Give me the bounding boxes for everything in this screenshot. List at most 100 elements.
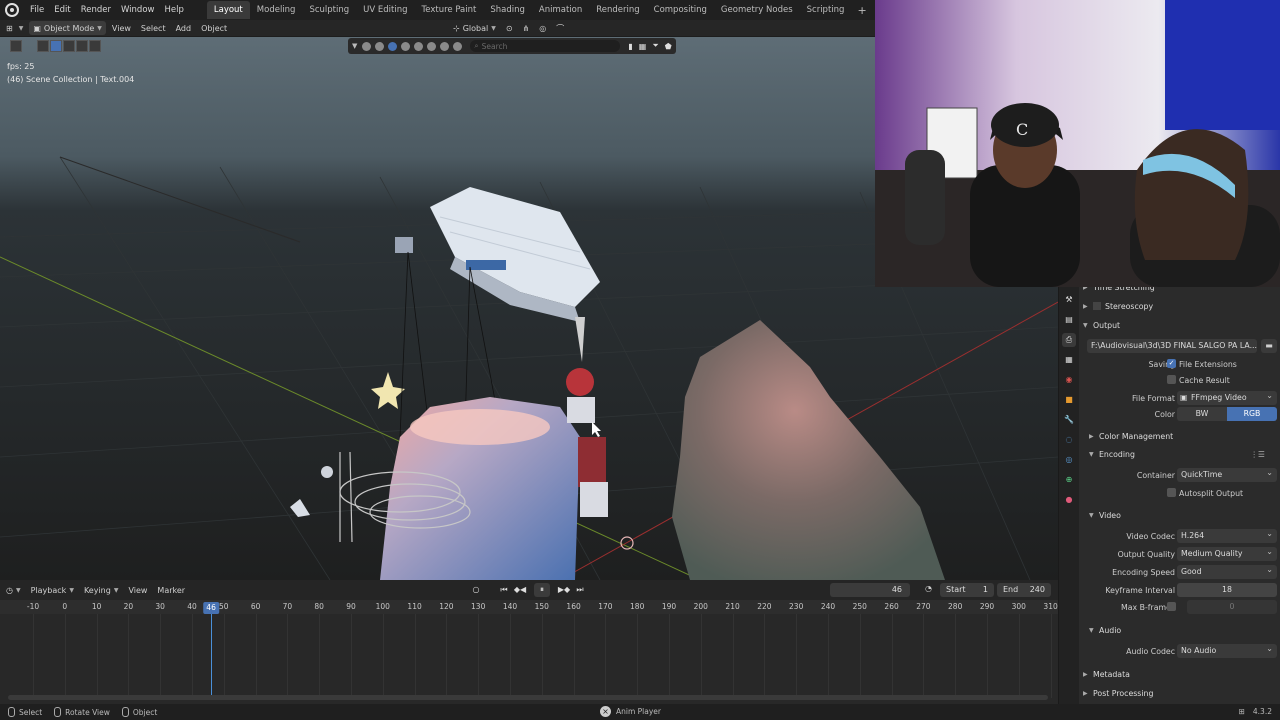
tab-geometry-nodes[interactable]: Geometry Nodes: [714, 1, 800, 19]
panel-output[interactable]: ▼ Output: [1083, 317, 1279, 333]
stereoscopy-checkbox[interactable]: [1093, 302, 1101, 310]
max-bframes-checkbox[interactable]: [1167, 602, 1176, 611]
jump-start-icon[interactable]: ⏮: [496, 583, 512, 597]
frame-ruler[interactable]: -10 0 10 20 30 40 50 60 70 80 90 100 110 120 130 140 150…: [0, 600, 1058, 614]
select-tool-icon[interactable]: [10, 40, 22, 52]
tab-uv-editing[interactable]: UV Editing: [356, 1, 414, 19]
overlay-icon[interactable]: [362, 41, 372, 51]
next-keyframe-icon[interactable]: ▶◆: [556, 583, 572, 597]
material-shading-icon[interactable]: [414, 41, 424, 51]
camera-icon[interactable]: [453, 41, 463, 51]
select-new-icon[interactable]: [50, 40, 62, 52]
rendered-shading-icon[interactable]: [427, 41, 437, 51]
panel-post-processing[interactable]: ▶ Post Processing: [1083, 685, 1279, 701]
select-intersect-icon[interactable]: [89, 40, 101, 52]
color-rgb-option[interactable]: RGB: [1227, 407, 1277, 421]
tab-texture-paint[interactable]: Texture Paint: [415, 1, 484, 19]
pause-icon[interactable]: ⏸: [534, 583, 550, 597]
cancel-job-icon[interactable]: ×: [600, 706, 611, 717]
current-frame-field[interactable]: 46: [830, 583, 910, 597]
editor-type-button[interactable]: ⊞ ▼: [2, 21, 27, 35]
snap-button[interactable]: ⋔: [519, 21, 534, 35]
stopwatch-icon[interactable]: ◔: [925, 584, 932, 593]
list-options-icon[interactable]: ⋮☰: [1250, 450, 1265, 459]
menu-view[interactable]: View: [108, 21, 135, 35]
jump-end-icon[interactable]: ⏭: [572, 583, 588, 597]
prev-keyframe-icon[interactable]: ◆◀: [512, 583, 528, 597]
menu-keying[interactable]: Keying ▼: [80, 583, 123, 597]
encoding-speed-dropdown[interactable]: Good: [1177, 565, 1277, 579]
add-workspace-button[interactable]: +: [851, 4, 872, 17]
material-tab-icon[interactable]: ●: [1062, 493, 1076, 507]
tab-layout[interactable]: Layout: [206, 1, 250, 19]
small-object[interactable]: [395, 237, 413, 253]
start-frame-field[interactable]: Start 1: [940, 583, 994, 597]
cache-result-checkbox[interactable]: [1167, 375, 1176, 384]
tab-sculpting[interactable]: Sculpting: [302, 1, 356, 19]
tab-animation[interactable]: Animation: [532, 1, 589, 19]
menu-add[interactable]: Add: [172, 21, 196, 35]
modifier-tab-icon[interactable]: 🔧: [1062, 413, 1076, 427]
end-frame-field[interactable]: End 240: [997, 583, 1051, 597]
file-extensions-checkbox[interactable]: ✓: [1167, 359, 1176, 368]
chevron-down-icon[interactable]: ▼: [352, 42, 357, 50]
select-subtract-icon[interactable]: [76, 40, 88, 52]
tab-compositing[interactable]: Compositing: [647, 1, 714, 19]
solid-shading-icon[interactable]: [401, 41, 411, 51]
video-codec-dropdown[interactable]: H.264: [1177, 529, 1277, 543]
panel-video[interactable]: ▼ Video: [1083, 507, 1279, 523]
menu-edit[interactable]: Edit: [49, 5, 75, 15]
pivot-button[interactable]: ⊙: [502, 21, 517, 35]
panel-encoding[interactable]: ▼ Encoding ⋮☰: [1083, 446, 1279, 462]
xray-icon[interactable]: [375, 41, 385, 51]
timeline-body[interactable]: [0, 614, 1058, 698]
file-format-dropdown[interactable]: ▣ FFmpeg Video: [1177, 391, 1277, 405]
orientation-selector[interactable]: ⊹ Global ▼: [449, 21, 500, 35]
particles-tab-icon[interactable]: ◌: [1062, 433, 1076, 447]
menu-window[interactable]: Window: [116, 5, 160, 15]
tab-rendering[interactable]: Rendering: [589, 1, 646, 19]
filter-icon[interactable]: ⏷: [652, 41, 658, 51]
wireframe-icon[interactable]: [388, 41, 398, 51]
record-icon[interactable]: ○: [468, 583, 484, 597]
menu-help[interactable]: Help: [159, 5, 188, 15]
display-mode-icon[interactable]: ▦: [639, 42, 647, 51]
panel-stereoscopy[interactable]: ▶ Stereoscopy: [1083, 298, 1279, 314]
menu-marker[interactable]: Marker: [153, 583, 189, 597]
playhead-frame-label[interactable]: 46: [203, 602, 219, 614]
folder-icon[interactable]: ▬: [1261, 339, 1277, 353]
menu-view[interactable]: View: [124, 583, 151, 597]
constraints-tab-icon[interactable]: ⊕: [1062, 473, 1076, 487]
blender-logo-icon[interactable]: [5, 3, 19, 17]
search-input[interactable]: ⌕ Search: [470, 40, 621, 52]
physics-tab-icon[interactable]: ◎: [1062, 453, 1076, 467]
gizmo-icon[interactable]: [440, 41, 450, 51]
max-bframes-field[interactable]: 0: [1187, 600, 1277, 614]
object-tab-icon[interactable]: ■: [1062, 393, 1076, 407]
mode-selector[interactable]: ▣ Object Mode ▼: [29, 21, 106, 35]
falloff-button[interactable]: ⌒: [552, 21, 568, 35]
color-bw-option[interactable]: BW: [1177, 407, 1227, 421]
autosplit-checkbox[interactable]: [1167, 488, 1176, 497]
menu-object[interactable]: Object: [197, 21, 231, 35]
select-box-icon[interactable]: [37, 40, 49, 52]
timeline-scrollbar[interactable]: [8, 695, 1048, 700]
shield-icon[interactable]: ⬟: [665, 42, 672, 51]
output-quality-dropdown[interactable]: Medium Quality: [1177, 547, 1277, 561]
view-layer-tab-icon[interactable]: ▦: [1062, 353, 1076, 367]
tool-tab-icon[interactable]: ⚒: [1062, 293, 1076, 307]
panel-color-management[interactable]: ▶ Color Management: [1083, 428, 1279, 444]
menu-select[interactable]: Select: [137, 21, 170, 35]
menu-playback[interactable]: Playback ▼: [27, 583, 78, 597]
output-tab-icon[interactable]: ⎙: [1062, 333, 1076, 347]
menu-file[interactable]: File: [25, 5, 49, 15]
tab-scripting[interactable]: Scripting: [800, 1, 852, 19]
container-dropdown[interactable]: QuickTime: [1177, 468, 1277, 482]
bookmark-icon[interactable]: ▮: [628, 42, 632, 51]
tab-shading[interactable]: Shading: [483, 1, 532, 19]
tab-modeling[interactable]: Modeling: [250, 1, 303, 19]
audio-codec-dropdown[interactable]: No Audio: [1177, 644, 1277, 658]
render-tab-icon[interactable]: ▤: [1062, 313, 1076, 327]
panel-audio[interactable]: ▼ Audio: [1083, 622, 1279, 638]
menu-render[interactable]: Render: [76, 5, 116, 15]
